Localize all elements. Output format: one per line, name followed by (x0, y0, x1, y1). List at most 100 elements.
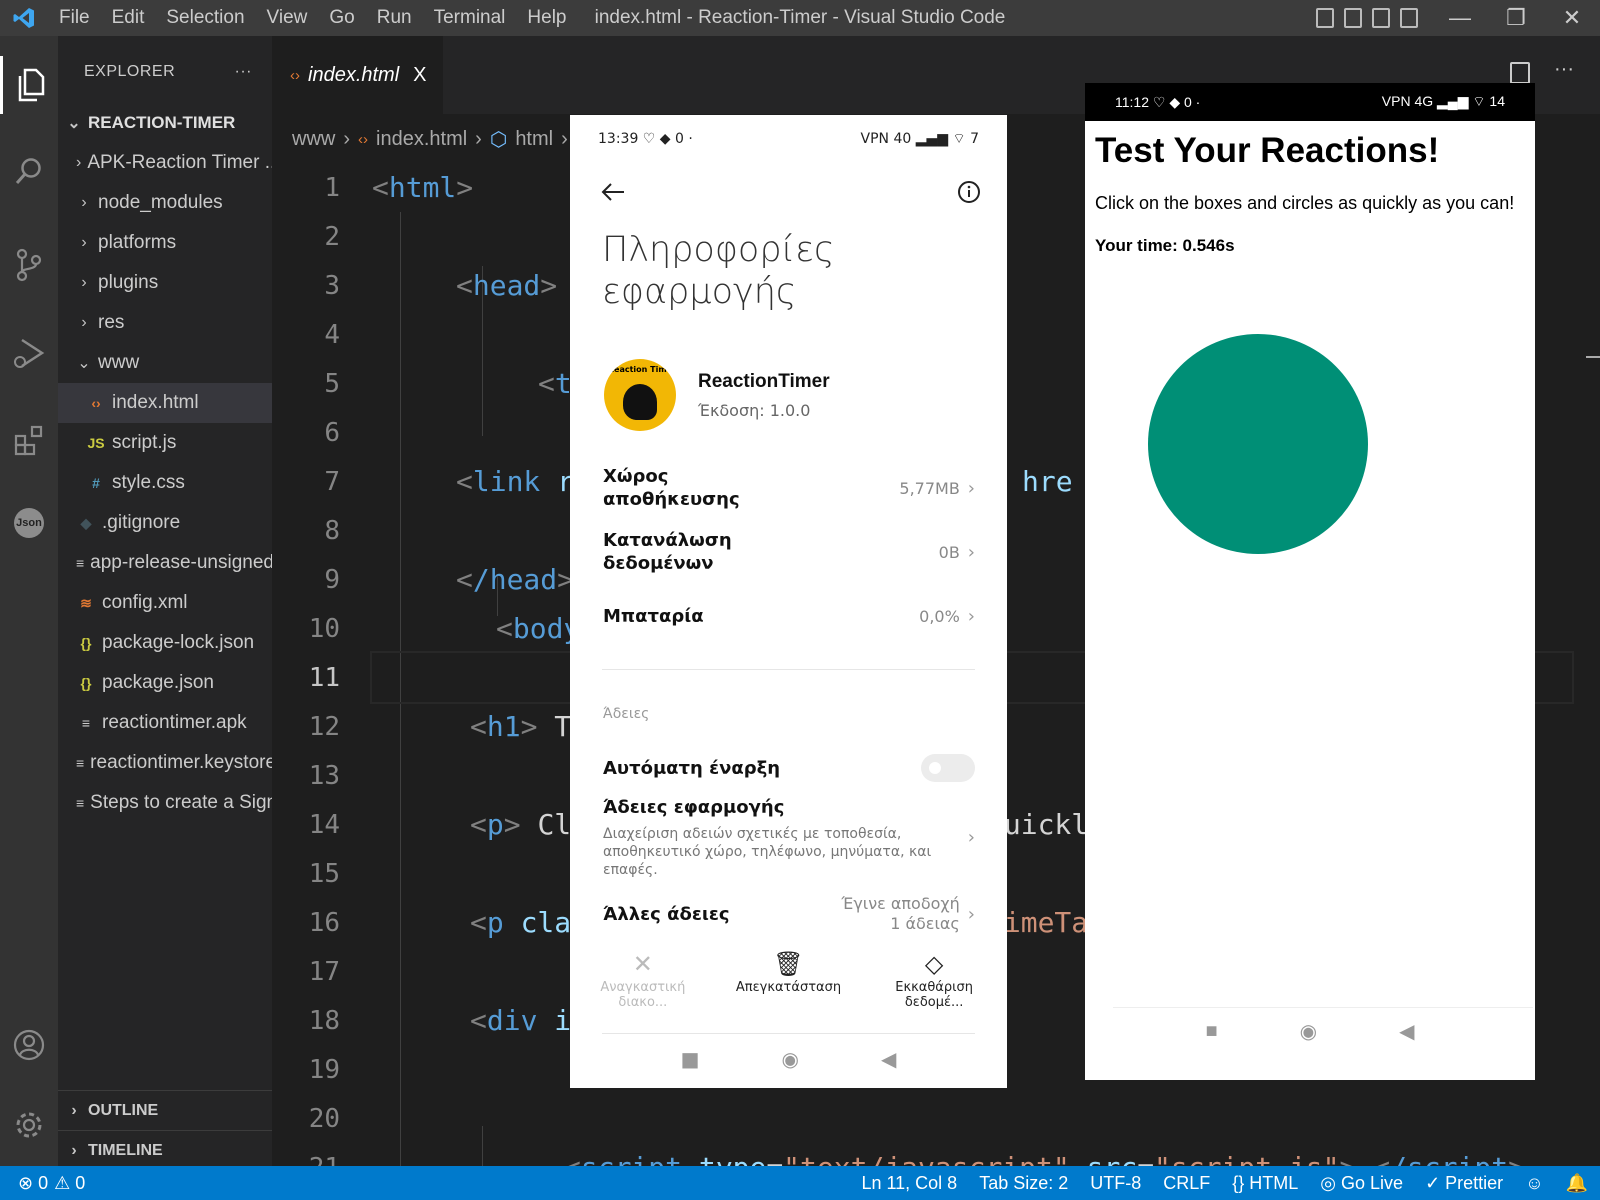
back-nav-icon[interactable]: ◀ (881, 1047, 896, 1071)
tree-item-label: reactiontimer.apk (102, 712, 247, 733)
notifications-bell-icon[interactable]: 🔔 (1566, 1173, 1588, 1194)
back-nav-icon[interactable]: ◀ (1399, 1019, 1414, 1044)
errors-indicator[interactable]: ⊗ 0 (18, 1173, 48, 1194)
storage-row[interactable]: Χώρος αποθήκευσης 5,77MB › (570, 465, 1007, 511)
autostart-row[interactable]: Αυτόματη έναρξη (570, 746, 1007, 790)
tree-item[interactable]: › APK-Reaction Timer ... (58, 143, 272, 183)
tree-item[interactable]: ◆ .gitignore (58, 503, 272, 543)
split-editor-icon[interactable] (1510, 62, 1530, 84)
chevron-right-icon: › (81, 234, 87, 251)
menu-edit[interactable]: Edit (101, 7, 156, 29)
tree-item[interactable]: JS script.js (58, 423, 272, 463)
chevron-right-icon: › (81, 274, 87, 291)
encoding[interactable]: UTF-8 (1090, 1173, 1141, 1194)
outline-section[interactable]: › OUTLINE (58, 1090, 272, 1130)
breadcrumb-html[interactable]: html (515, 128, 553, 151)
line-number: 9 (324, 564, 340, 595)
data-usage-row[interactable]: Κατανάλωση δεδομένων 0B › (570, 529, 1007, 575)
tree-item[interactable]: › plugins (58, 263, 272, 303)
breadcrumb-www[interactable]: www (292, 128, 335, 151)
app-permissions-desc: Διαχείριση αδειών σχετικές με τοποθεσία,… (603, 826, 932, 878)
tab-index-html[interactable]: ‹› index.html X (272, 36, 443, 114)
line-number: 7 (324, 466, 340, 497)
tree-item[interactable]: ≋ config.xml (58, 583, 272, 623)
close-window-button[interactable]: ✕ (1544, 5, 1600, 31)
json-extension-icon[interactable]: Json (0, 494, 58, 552)
tree-item[interactable]: {} package.json (58, 663, 272, 703)
warnings-indicator[interactable]: ⚠ 0 (54, 1173, 85, 1194)
tree-item[interactable]: {} package-lock.json (58, 623, 272, 663)
reaction-target-circle[interactable] (1148, 334, 1368, 554)
home-nav-icon[interactable]: ◉ (782, 1047, 799, 1071)
chevron-right-icon: › (967, 827, 975, 848)
test-instructions: Click on the boxes and circles as quickl… (1095, 193, 1515, 213)
explorer-icon[interactable] (0, 56, 58, 114)
recents-nav-icon[interactable]: ■ (681, 1047, 700, 1071)
eraser-icon: ◇ (924, 950, 944, 978)
source-control-icon[interactable] (0, 236, 58, 294)
editor-more-icon[interactable]: ··· (1554, 58, 1574, 81)
menu-selection[interactable]: Selection (155, 7, 255, 29)
customize-layout-icon[interactable] (1400, 8, 1418, 28)
tree-item[interactable]: › node_modules (58, 183, 272, 223)
account-icon[interactable] (0, 1016, 58, 1074)
app-permissions-row[interactable]: Άδειες εφαρμογής Διαχείριση αδειών σχετι… (570, 796, 1007, 879)
menu-view[interactable]: View (256, 7, 319, 29)
home-nav-icon[interactable]: ◉ (1300, 1019, 1317, 1044)
tab-size[interactable]: Tab Size: 2 (979, 1173, 1068, 1194)
feedback-icon[interactable]: ☺ (1525, 1173, 1543, 1194)
tree-item[interactable]: ≡ app-release-unsigned... (58, 543, 272, 583)
tree-item-label: reactiontimer.keystore (90, 752, 272, 773)
language-mode[interactable]: {} HTML (1232, 1173, 1298, 1194)
recents-nav-icon[interactable]: ■ (1206, 1020, 1218, 1043)
tree-item[interactable]: # style.css (58, 463, 272, 503)
settings-gear-icon[interactable] (0, 1096, 58, 1154)
go-live-button[interactable]: ◎ Go Live (1320, 1173, 1403, 1194)
menu-terminal[interactable]: Terminal (423, 7, 517, 29)
tab-close-icon[interactable]: X (413, 64, 426, 87)
timeline-section[interactable]: › TIMELINE (58, 1130, 272, 1170)
tree-item[interactable]: ≡ Steps to create a Sign... (58, 783, 272, 823)
menu-go[interactable]: Go (318, 7, 365, 29)
tree-item[interactable]: ≡ reactiontimer.apk (58, 703, 272, 743)
line-number: 13 (308, 760, 340, 791)
explorer-more-icon[interactable]: ··· (235, 63, 252, 81)
search-icon[interactable] (0, 142, 58, 200)
tree-item[interactable]: › res (58, 303, 272, 343)
menu-run[interactable]: Run (366, 7, 423, 29)
tree-item-label: plugins (98, 272, 159, 293)
tree-item[interactable]: ≡ reactiontimer.keystore (58, 743, 272, 783)
minimize-button[interactable]: — (1432, 5, 1488, 31)
line-ending[interactable]: CRLF (1163, 1173, 1210, 1194)
autostart-toggle[interactable] (921, 754, 975, 782)
toggle-sidebar-icon[interactable] (1316, 8, 1334, 28)
extensions-icon[interactable] (0, 411, 58, 469)
tree-item[interactable]: ‹› index.html (58, 383, 272, 423)
run-debug-icon[interactable] (0, 324, 58, 382)
info-icon[interactable] (957, 180, 981, 204)
clear-data-button[interactable]: ◇ Εκκαθάριση δεδομέ... (869, 950, 999, 1010)
menu-help[interactable]: Help (516, 7, 577, 29)
other-permissions-row[interactable]: Άλλες άδειες Έγινε αποδοχή 1 άδειας › (570, 891, 1007, 937)
tree-item[interactable]: ⌄ www (58, 343, 272, 383)
cursor-position[interactable]: Ln 11, Col 8 (861, 1173, 957, 1194)
uninstall-button[interactable]: 🗑 Απεγκατάσταση (723, 950, 853, 1010)
force-stop-button[interactable]: ✕ Αναγκαστική διακο... (578, 950, 708, 1010)
phone2-time: 11:12 (1115, 93, 1149, 110)
breadcrumb-file[interactable]: index.html (376, 128, 467, 151)
toggle-panel-icon[interactable] (1344, 8, 1362, 28)
breadcrumb-sep: › (343, 127, 351, 150)
menu-file[interactable]: File (48, 7, 101, 29)
line-number: 19 (308, 1054, 340, 1085)
back-arrow-icon[interactable] (600, 182, 626, 202)
app-info-title: Πληροφορίες εφαρμογής (602, 230, 835, 312)
tree-item[interactable]: › platforms (58, 223, 272, 263)
test-heading: Test Your Reactions! (1095, 131, 1440, 170)
project-root[interactable]: ⌄ REACTION-TIMER (58, 103, 272, 143)
battery-row[interactable]: Μπαταρία 0,0% › (570, 593, 1007, 639)
reaction-test-screenshot: 11:12 ♡ ◆ 0 · VPN 4G ▂▄▆ ⌔ 14 Test Your … (1085, 83, 1535, 1080)
prettier-status[interactable]: ✓ Prettier (1425, 1173, 1503, 1194)
restore-button[interactable]: ❐ (1488, 5, 1544, 31)
toggle-secondary-sidebar-icon[interactable] (1372, 8, 1390, 28)
other-permissions-value: Έγινε αποδοχή 1 άδειας (841, 894, 960, 933)
